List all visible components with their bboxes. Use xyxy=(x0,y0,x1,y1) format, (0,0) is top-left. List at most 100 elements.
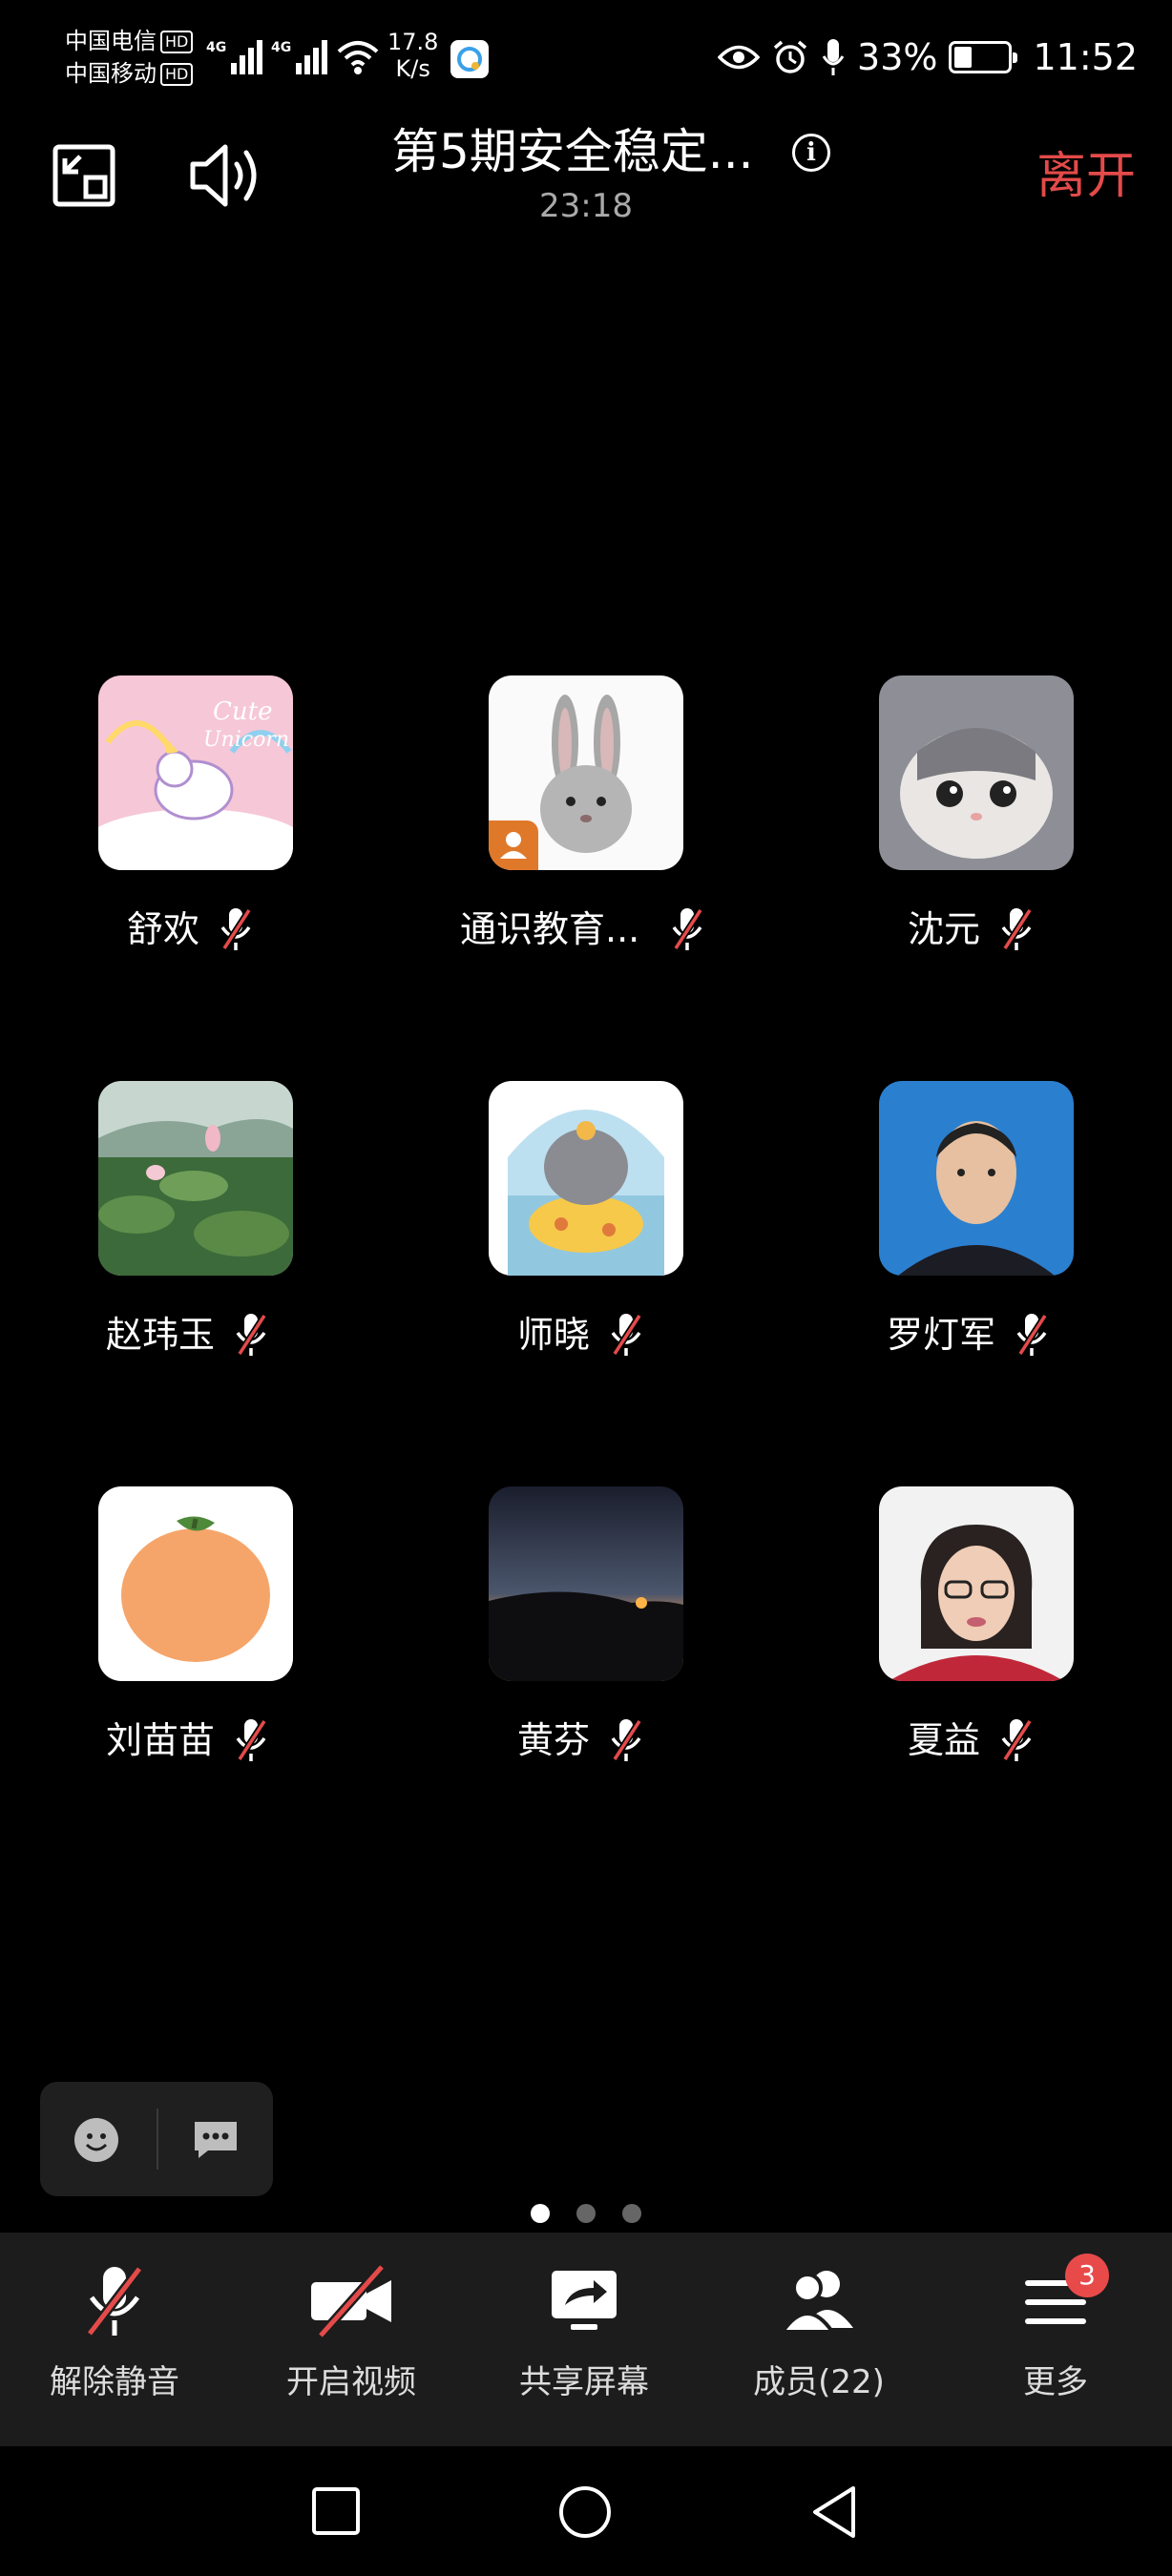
orange-avatar xyxy=(98,1486,293,1681)
chat-icon xyxy=(195,2122,237,2158)
chat-button[interactable] xyxy=(191,2118,241,2166)
woman-photo-avatar xyxy=(879,1486,1074,1681)
meeting-info-icon[interactable]: i xyxy=(792,134,830,172)
participant-name: 师晓 xyxy=(517,1314,591,1356)
status-bar: 中国电信 HD 中国移动 HD 4G 4G 17.8 K/s 33% 11:52 xyxy=(0,0,1172,114)
quick-actions-panel xyxy=(40,2082,273,2196)
participant-name: 罗灯军 xyxy=(887,1314,996,1356)
share-screen-icon xyxy=(552,2271,617,2330)
mic-muted-icon xyxy=(1001,1719,1033,1761)
alarm-icon xyxy=(773,40,807,73)
mic-muted-icon xyxy=(236,1719,267,1761)
participant-name: 黄芬 xyxy=(517,1719,591,1761)
start-video-button[interactable]: 开启视频 xyxy=(237,2233,466,2446)
signal-icon: 4G xyxy=(271,40,327,74)
mic-muted-icon xyxy=(1016,1314,1048,1356)
meeting-toolbar: 解除静音 开启视频 共享屏幕 成员(22) 3 更多 xyxy=(0,2233,1172,2446)
participant-name-row: 黄芬 xyxy=(517,1714,645,1767)
home-icon[interactable] xyxy=(557,2484,613,2540)
page-dot[interactable] xyxy=(576,2204,596,2223)
video-off-icon xyxy=(311,2263,391,2339)
battery-percent: 33% xyxy=(857,36,938,78)
leave-button[interactable]: 离开 xyxy=(1036,143,1136,210)
more-label: 更多 xyxy=(1023,2363,1088,2401)
participant-name: 通识教育... xyxy=(460,908,640,950)
net-speed: 17.8 K/s xyxy=(387,29,438,82)
battery-icon xyxy=(949,41,1018,73)
mic-muted-icon xyxy=(236,1314,267,1356)
page-dot[interactable] xyxy=(622,2204,641,2223)
carrier-info: 中国电信 HD 中国移动 HD xyxy=(65,25,194,90)
members-label: 成员(22) xyxy=(753,2363,885,2401)
net-speed-value: 17.8 xyxy=(387,29,439,55)
host-badge xyxy=(489,821,538,870)
mic-muted-icon xyxy=(220,908,252,950)
unicorn-avatar: Cute Unicorn xyxy=(98,675,293,870)
participant-name-row: 师晓 xyxy=(517,1308,645,1361)
meeting-screen: 中国电信 HD 中国移动 HD 4G 4G 17.8 K/s 33% 11:52… xyxy=(0,0,1172,2576)
participant-name-row: 赵玮玉 xyxy=(106,1308,270,1361)
minimize-window-button[interactable] xyxy=(52,143,116,212)
back-icon[interactable] xyxy=(809,2484,859,2540)
app-notification-icon xyxy=(450,40,489,78)
participant-name-row: 夏益 xyxy=(908,1714,1036,1767)
divider xyxy=(157,2109,158,2170)
net-speed-unit: K/s xyxy=(395,55,430,82)
mic-muted-icon xyxy=(1001,908,1033,950)
svg-text:Cute: Cute xyxy=(213,697,272,726)
system-nav-bar xyxy=(0,2446,1172,2576)
clock: 11:52 xyxy=(1033,36,1138,78)
cat-avatar xyxy=(879,675,1074,870)
mic-muted-icon xyxy=(611,1314,642,1356)
participant-name: 沈元 xyxy=(908,908,981,950)
share-screen-button[interactable]: 共享屏幕 xyxy=(470,2233,699,2446)
lotus-avatar xyxy=(98,1081,293,1276)
wifi-icon xyxy=(337,41,379,74)
participant-name-row: 沈元 xyxy=(908,903,1036,956)
man-photo-avatar xyxy=(879,1081,1074,1276)
svg-text:Unicorn: Unicorn xyxy=(203,728,289,752)
rabbit-avatar xyxy=(489,675,683,870)
start-video-label: 开启视频 xyxy=(286,2363,416,2401)
page-indicator xyxy=(531,2204,641,2223)
mic-muted-icon xyxy=(86,2265,143,2337)
unmute-button[interactable]: 解除静音 xyxy=(0,2233,229,2446)
svg-text:4G: 4G xyxy=(206,40,226,55)
members-icon xyxy=(779,2271,853,2334)
microphone-icon xyxy=(822,39,845,75)
carrier-2: 中国移动 xyxy=(65,60,157,87)
share-screen-label: 共享屏幕 xyxy=(519,2363,649,2401)
members-button[interactable]: 成员(22) xyxy=(704,2233,933,2446)
eye-icon xyxy=(718,45,761,70)
hd-badge: HD xyxy=(160,31,194,53)
minimize-window-icon xyxy=(52,144,115,207)
speaker-button[interactable] xyxy=(187,139,263,216)
signal-icon: 4G xyxy=(206,40,262,74)
page-dot[interactable] xyxy=(531,2204,550,2223)
participant-name-row: 舒欢 xyxy=(127,903,255,956)
emoji-button[interactable] xyxy=(73,2116,120,2168)
participant-name: 舒欢 xyxy=(127,908,200,950)
notification-badge: 3 xyxy=(1065,2254,1109,2297)
elephant-avatar xyxy=(489,1081,683,1276)
emoji-icon xyxy=(74,2118,118,2162)
unmute-label: 解除静音 xyxy=(50,2363,179,2401)
meeting-title: 第5期安全稳定... xyxy=(391,124,754,179)
speaker-icon xyxy=(190,144,257,207)
carrier-1: 中国电信 xyxy=(65,28,157,54)
participant-name: 赵玮玉 xyxy=(106,1314,216,1356)
participant-name-row: 刘苗苗 xyxy=(106,1714,270,1767)
participant-name: 刘苗苗 xyxy=(106,1719,216,1761)
participant-name-row: 通识教育... xyxy=(460,903,706,956)
participant-name: 夏益 xyxy=(908,1719,981,1761)
meeting-duration: 23:18 xyxy=(539,187,633,225)
mic-muted-icon xyxy=(672,908,704,950)
more-button[interactable]: 3 更多 xyxy=(941,2233,1170,2446)
mic-muted-icon xyxy=(611,1719,642,1761)
hd-badge: HD xyxy=(160,63,194,86)
recent-apps-icon[interactable] xyxy=(311,2486,361,2536)
status-right: 33% 11:52 xyxy=(718,34,1138,80)
svg-text:4G: 4G xyxy=(271,40,291,55)
sunset-avatar xyxy=(489,1486,683,1681)
participant-name-row: 罗灯军 xyxy=(887,1308,1051,1361)
